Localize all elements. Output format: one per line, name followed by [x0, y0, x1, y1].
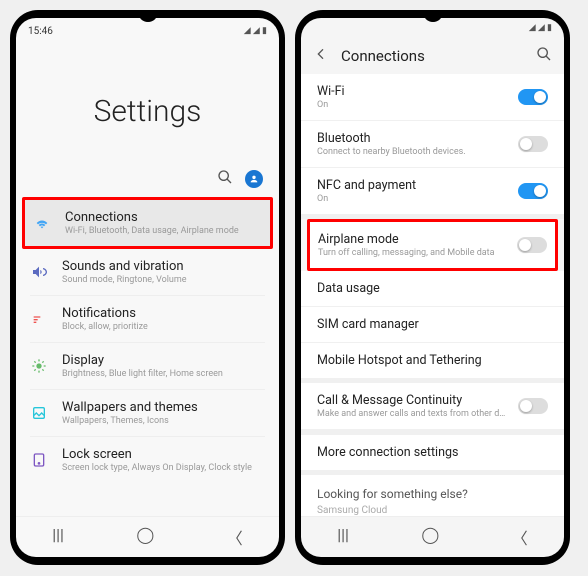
- row-subtitle: Screen lock type, Always On Display, Clo…: [62, 463, 265, 473]
- row-text: Notifications Block, allow, prioritize: [62, 306, 265, 332]
- row-subtitle: Wi-Fi, Bluetooth, Data usage, Airplane m…: [65, 226, 262, 236]
- row-text: Wallpapers and themes Wallpapers, Themes…: [62, 400, 265, 426]
- row-bluetooth[interactable]: BluetoothConnect to nearby Bluetooth dev…: [301, 120, 564, 167]
- row-display[interactable]: Display Brightness, Blue light filter, H…: [16, 343, 279, 389]
- nfc-toggle[interactable]: [518, 183, 548, 199]
- row-subtitle: Connect to nearby Bluetooth devices.: [317, 147, 506, 157]
- row-subtitle: Block, allow, prioritize: [62, 322, 265, 332]
- row-title: Lock screen: [62, 447, 265, 462]
- row-title: Display: [62, 353, 265, 368]
- row-hotspot[interactable]: Mobile Hotspot and Tethering: [301, 342, 564, 378]
- screen-connections: ◢ ◢ ▮ Connections Wi-FiOn BluetoothConne…: [301, 18, 564, 557]
- search-icon[interactable]: [536, 46, 552, 66]
- nav-bar: ||| ◯ 〈: [301, 516, 564, 557]
- airplane-toggle[interactable]: [517, 237, 547, 253]
- row-title: Wallpapers and themes: [62, 400, 265, 415]
- row-subtitle: Turn off calling, messaging, and Mobile …: [318, 248, 505, 258]
- row-title: More connection settings: [317, 445, 548, 460]
- row-wifi[interactable]: Wi-FiOn: [301, 74, 564, 120]
- nav-recent-icon[interactable]: |||: [52, 525, 64, 549]
- row-subtitle: Sound mode, Ringtone, Volume: [62, 275, 265, 285]
- nav-back-icon[interactable]: 〈: [512, 525, 528, 549]
- status-time: 15:46: [28, 26, 53, 37]
- status-icons: ◢ ◢ ▮: [529, 23, 552, 33]
- row-notifications[interactable]: Notifications Block, allow, prioritize: [16, 296, 279, 342]
- row-title: Data usage: [317, 281, 548, 296]
- actions-row: [16, 169, 279, 197]
- row-data-usage[interactable]: Data usage: [301, 271, 564, 306]
- row-title: Airplane mode: [318, 232, 505, 247]
- row-title: Bluetooth: [317, 131, 506, 146]
- section-data: Data usage SIM card manager Mobile Hotsp…: [301, 271, 564, 378]
- row-text: Lock screen Screen lock type, Always On …: [62, 447, 265, 473]
- wifi-icon: [33, 215, 51, 231]
- row-title: Sounds and vibration: [62, 259, 265, 274]
- lock-icon: [30, 452, 48, 468]
- row-subtitle: Brightness, Blue light filter, Home scre…: [62, 369, 265, 379]
- row-text: Sounds and vibration Sound mode, Rington…: [62, 259, 265, 285]
- row-nfc[interactable]: NFC and paymentOn: [301, 167, 564, 214]
- account-avatar[interactable]: [245, 170, 263, 188]
- highlight-airplane: Airplane modeTurn off calling, messaging…: [307, 219, 558, 271]
- row-airplane[interactable]: Airplane modeTurn off calling, messaging…: [310, 222, 555, 268]
- wifi-toggle[interactable]: [518, 89, 548, 105]
- wallpaper-icon: [30, 405, 48, 421]
- row-continuity[interactable]: Call & Message ContinuityMake and answer…: [301, 383, 564, 429]
- section-more: More connection settings: [301, 435, 564, 470]
- row-title: NFC and payment: [317, 178, 506, 193]
- row-title: Notifications: [62, 306, 265, 321]
- nav-back-icon[interactable]: 〈: [227, 525, 243, 549]
- header-bar: Connections: [301, 38, 564, 74]
- section-wireless: Wi-FiOn BluetoothConnect to nearby Bluet…: [301, 74, 564, 214]
- phone-connections: ◢ ◢ ▮ Connections Wi-FiOn BluetoothConne…: [295, 10, 570, 565]
- row-lockscreen[interactable]: Lock screen Screen lock type, Always On …: [16, 437, 279, 483]
- notifications-icon: [30, 311, 48, 327]
- search-icon[interactable]: [217, 169, 233, 189]
- nav-home-icon[interactable]: ◯: [136, 525, 154, 549]
- row-title: Connections: [65, 210, 262, 225]
- row-subtitle: On: [317, 100, 506, 110]
- nav-recent-icon[interactable]: |||: [337, 525, 349, 549]
- display-icon: [30, 358, 48, 374]
- highlight-connections: Connections Wi-Fi, Bluetooth, Data usage…: [22, 197, 273, 249]
- row-text: Connections Wi-Fi, Bluetooth, Data usage…: [65, 210, 262, 236]
- row-text: Display Brightness, Blue light filter, H…: [62, 353, 265, 379]
- row-title: Call & Message Continuity: [317, 393, 506, 408]
- bluetooth-toggle[interactable]: [518, 136, 548, 152]
- row-subtitle: Wallpapers, Themes, Icons: [62, 416, 265, 426]
- status-icons: ◢ ◢ ▮: [244, 26, 267, 36]
- continuity-toggle[interactable]: [518, 398, 548, 414]
- row-title: Mobile Hotspot and Tethering: [317, 353, 548, 368]
- row-sounds[interactable]: Sounds and vibration Sound mode, Rington…: [16, 249, 279, 295]
- section-footer: Looking for something else? Samsung Clou…: [301, 475, 564, 516]
- row-subtitle: On: [317, 194, 506, 204]
- sound-icon: [30, 264, 48, 280]
- screen-settings: 15:46 ◢ ◢ ▮ Settings Connections Wi-F: [16, 18, 279, 557]
- row-more[interactable]: More connection settings: [301, 435, 564, 470]
- row-wallpapers[interactable]: Wallpapers and themes Wallpapers, Themes…: [16, 390, 279, 436]
- cut-item[interactable]: Samsung Cloud: [301, 505, 564, 516]
- row-connections[interactable]: Connections Wi-Fi, Bluetooth, Data usage…: [25, 200, 270, 246]
- settings-list: Connections Wi-Fi, Bluetooth, Data usage…: [16, 197, 279, 516]
- back-icon[interactable]: [313, 46, 329, 66]
- row-title: Wi-Fi: [317, 84, 506, 99]
- section-continuity: Call & Message ContinuityMake and answer…: [301, 383, 564, 429]
- page-title: Settings: [16, 44, 279, 169]
- row-sim[interactable]: SIM card manager: [301, 306, 564, 342]
- nav-home-icon[interactable]: ◯: [421, 525, 439, 549]
- phone-settings: 15:46 ◢ ◢ ▮ Settings Connections Wi-F: [10, 10, 285, 565]
- nav-bar: ||| ◯ 〈: [16, 516, 279, 557]
- header-title: Connections: [341, 47, 524, 65]
- row-subtitle: Make and answer calls and texts from oth…: [317, 409, 506, 419]
- footer-label: Looking for something else?: [301, 475, 564, 505]
- row-title: SIM card manager: [317, 317, 548, 332]
